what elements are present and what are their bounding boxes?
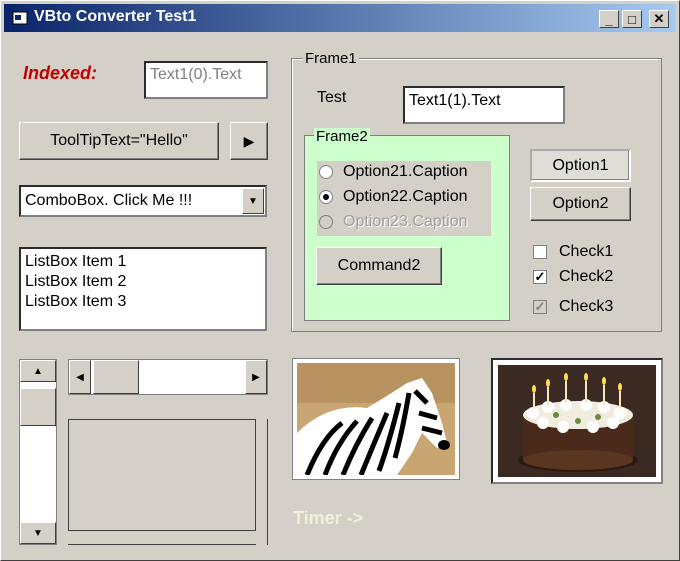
scroll-down-button[interactable]: ▼ bbox=[20, 522, 56, 544]
zebra-image-frame bbox=[292, 358, 460, 480]
main-window: VBto Converter Test1 _ □ ✕ Indexed: Text… bbox=[0, 0, 680, 561]
maximize-button[interactable]: □ bbox=[622, 10, 642, 28]
arrow-down-icon: ▼ bbox=[33, 527, 43, 539]
minimize-button[interactable]: _ bbox=[599, 10, 619, 28]
option2-button[interactable]: Option2 bbox=[530, 187, 631, 221]
scroll-left-button[interactable]: ◀ bbox=[69, 360, 91, 394]
cake-image bbox=[498, 365, 656, 477]
option1-button[interactable]: Option1 bbox=[530, 149, 631, 182]
option21-label[interactable]: Option21.Caption bbox=[343, 163, 468, 181]
arrow-left-icon: ◀ bbox=[76, 371, 84, 383]
option23-label: Option23.Caption bbox=[343, 213, 468, 230]
combobox-value: ComboBox. Click Me !!! bbox=[25, 192, 193, 209]
scroll-right-button[interactable]: ▶ bbox=[245, 360, 267, 394]
option22-label[interactable]: Option22.Caption bbox=[343, 188, 468, 206]
check2-label[interactable]: Check2 bbox=[559, 268, 613, 286]
horizontal-line bbox=[68, 544, 256, 545]
check3-label: Check3 bbox=[559, 298, 614, 315]
scroll-thumb[interactable] bbox=[20, 388, 56, 426]
cake-image-frame bbox=[491, 358, 663, 484]
horizontal-scrollbar[interactable]: ◀ ▶ bbox=[68, 359, 268, 395]
picture-box bbox=[68, 419, 256, 531]
command2-button[interactable]: Command2 bbox=[316, 247, 442, 285]
indexed-label: Indexed: bbox=[23, 63, 98, 83]
close-button[interactable]: ✕ bbox=[649, 10, 669, 28]
hscroll-thumb[interactable] bbox=[93, 360, 139, 394]
frame1-label: Frame1 bbox=[303, 50, 359, 67]
title-bar[interactable]: VBto Converter Test1 _ □ ✕ bbox=[4, 4, 676, 32]
check1-label[interactable]: Check1 bbox=[559, 243, 613, 261]
close-icon: ✕ bbox=[653, 11, 665, 26]
check2-box[interactable]: ✓ bbox=[533, 270, 547, 284]
tooltip-button[interactable]: ToolTipText="Hello" bbox=[19, 122, 219, 160]
window-title: VBto Converter Test1 bbox=[34, 8, 197, 25]
frame2-label: Frame2 bbox=[314, 128, 370, 145]
check1-box[interactable] bbox=[533, 245, 547, 259]
list-item[interactable]: ListBox Item 3 bbox=[25, 292, 261, 312]
test-label: Test bbox=[317, 89, 347, 106]
vertical-line bbox=[267, 419, 268, 545]
option22-radio[interactable] bbox=[319, 190, 333, 204]
play-icon: ▶ bbox=[243, 132, 255, 149]
list-item[interactable]: ListBox Item 2 bbox=[25, 272, 261, 292]
option21-radio[interactable] bbox=[319, 165, 333, 179]
list-item[interactable]: ListBox Item 1 bbox=[25, 252, 261, 272]
zebra-image bbox=[297, 363, 455, 475]
vertical-scrollbar[interactable]: ▲ ▼ bbox=[19, 359, 57, 545]
arrow-button[interactable]: ▶ bbox=[230, 122, 268, 160]
text1-0-input[interactable]: Text1(0).Text bbox=[144, 61, 268, 99]
text1-1-input[interactable]: Text1(1).Text bbox=[403, 86, 565, 124]
listbox[interactable]: ListBox Item 1 ListBox Item 2 ListBox It… bbox=[19, 247, 267, 331]
arrow-right-icon: ▶ bbox=[252, 371, 260, 383]
chevron-down-icon: ▼ bbox=[248, 195, 258, 207]
minimize-icon: _ bbox=[605, 11, 613, 27]
app-icon bbox=[12, 11, 28, 25]
timer-label: Timer -> bbox=[293, 508, 364, 528]
maximize-icon: □ bbox=[628, 11, 636, 27]
combobox-dropdown-button[interactable]: ▼ bbox=[242, 188, 264, 214]
check3-box: ✓ bbox=[533, 299, 547, 314]
arrow-up-icon: ▲ bbox=[33, 365, 43, 377]
scroll-up-button[interactable]: ▲ bbox=[20, 360, 56, 382]
option23-radio bbox=[319, 215, 333, 229]
combobox[interactable]: ComboBox. Click Me !!! ▼ bbox=[19, 185, 267, 217]
